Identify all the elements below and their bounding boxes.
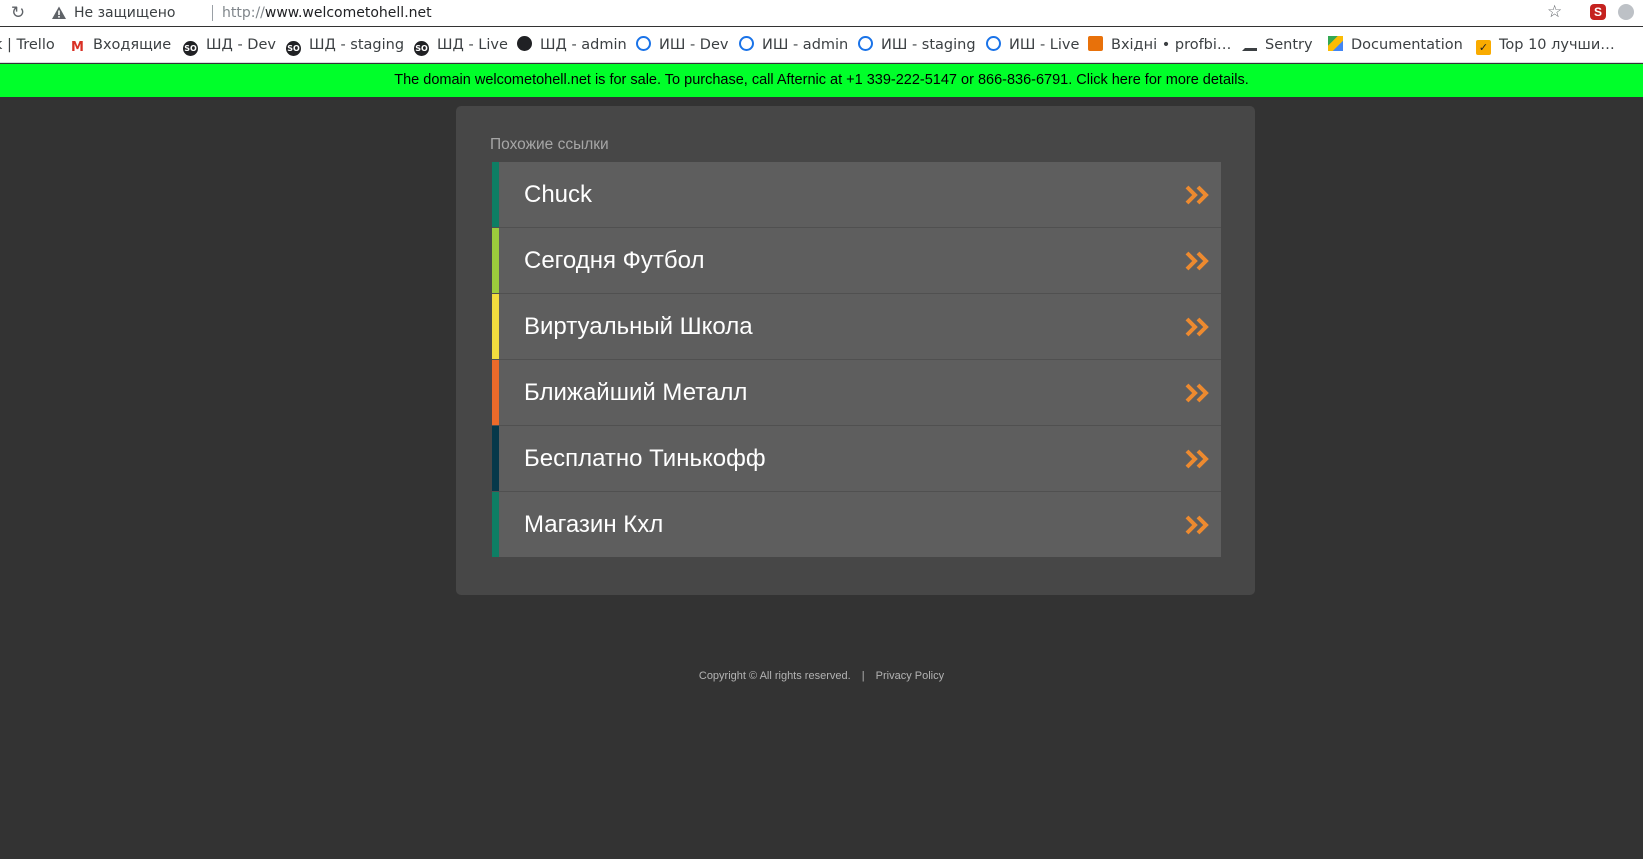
accent-bar bbox=[492, 492, 499, 557]
bookmark-trello[interactable]: k | Trello bbox=[0, 36, 55, 56]
gift-icon bbox=[1088, 36, 1103, 51]
domain-sale-banner[interactable]: The domain welcometohell.net is for sale… bbox=[0, 64, 1643, 97]
url-host: www.welcometohell.net bbox=[264, 5, 432, 21]
security-status-label[interactable]: Не защищено bbox=[74, 5, 175, 21]
bookmark-documentation[interactable]: Documentation bbox=[1328, 36, 1463, 56]
link-label: Виртуальный Школа bbox=[524, 313, 753, 340]
swirl-icon bbox=[739, 36, 754, 51]
accent-bar bbox=[492, 228, 499, 293]
bookmark-label: ШД - Live bbox=[437, 37, 508, 53]
bookmark-label: ИШ - admin bbox=[762, 37, 849, 53]
so-icon: SO bbox=[183, 41, 198, 56]
footer-separator: | bbox=[861, 670, 865, 682]
so-icon: SO bbox=[414, 41, 429, 56]
bookmark-label: Sentry bbox=[1265, 37, 1313, 53]
bookmark-profbi-inbox[interactable]: Вхідні • profbi… bbox=[1088, 36, 1231, 56]
bookmark-shd-staging[interactable]: SO ШД - staging bbox=[286, 36, 404, 56]
swirl-icon bbox=[636, 36, 651, 51]
accent-bar bbox=[492, 162, 499, 227]
link-label: Сегодня Футбол bbox=[524, 247, 705, 274]
bookmark-label: ШД - Dev bbox=[206, 37, 276, 53]
related-link-blizhaishiy-metall[interactable]: Ближайший Металл bbox=[492, 360, 1221, 426]
bookmark-top10[interactable]: ✓ Top 10 лучши… bbox=[1476, 36, 1615, 56]
checkbox-icon: ✓ bbox=[1476, 40, 1491, 55]
accent-bar bbox=[492, 360, 499, 425]
related-links-panel: Похожие ссылки Chuck Сегодня Футбол Вирт… bbox=[456, 106, 1255, 595]
extension-s-icon[interactable]: S bbox=[1590, 4, 1606, 20]
gmail-icon: M bbox=[71, 40, 84, 55]
swirl-icon bbox=[858, 36, 873, 51]
accent-bar bbox=[492, 426, 499, 491]
bookmark-label: ИШ - Live bbox=[1009, 37, 1080, 53]
extension-icon[interactable] bbox=[1618, 4, 1634, 20]
bookmark-star-icon[interactable]: ☆ bbox=[1547, 2, 1562, 22]
link-label: Бесплатно Тинькофф bbox=[524, 445, 766, 472]
related-link-segodnya-futbol[interactable]: Сегодня Футбол bbox=[492, 228, 1221, 294]
link-label: Магазин Кхл bbox=[524, 511, 664, 538]
sentry-icon bbox=[1242, 36, 1257, 51]
bookmark-shd-dev[interactable]: SO ШД - Dev bbox=[183, 36, 276, 56]
double-chevron-right-icon bbox=[1185, 251, 1209, 271]
bookmark-label: Documentation bbox=[1351, 37, 1463, 53]
so-icon: SO bbox=[286, 41, 301, 56]
copyright-text: Copyright © All rights reserved. bbox=[698, 670, 851, 682]
bookmark-label: Вхідні • profbi… bbox=[1111, 37, 1232, 53]
related-link-magazin-khl[interactable]: Магазин Кхл bbox=[492, 492, 1221, 557]
bookmark-shd-admin[interactable]: ШД - admin bbox=[517, 36, 627, 56]
bookmark-label: ШД - admin bbox=[540, 37, 627, 53]
bookmark-sentry[interactable]: Sentry bbox=[1242, 36, 1313, 56]
related-link-virtualny-shkola[interactable]: Виртуальный Школа bbox=[492, 294, 1221, 360]
link-label: Ближайший Металл bbox=[524, 379, 748, 406]
bookmark-label: ШД - staging bbox=[309, 37, 405, 53]
related-link-besplatno-tinkoff[interactable]: Бесплатно Тинькофф bbox=[492, 426, 1221, 492]
bookmark-ish-dev[interactable]: ИШ - Dev bbox=[636, 36, 728, 56]
double-chevron-right-icon bbox=[1185, 515, 1209, 535]
accent-bar bbox=[492, 294, 499, 359]
bookmark-ish-admin[interactable]: ИШ - admin bbox=[739, 36, 848, 56]
url-scheme: http:// bbox=[222, 5, 265, 21]
panel-title: Похожие ссылки bbox=[490, 136, 609, 153]
warning-icon[interactable] bbox=[51, 5, 67, 21]
footer: Copyright © All rights reserved. | Priva… bbox=[0, 670, 1643, 682]
reload-icon[interactable]: ↻ bbox=[8, 3, 28, 23]
bookmark-label: ИШ - staging bbox=[881, 37, 976, 53]
url-text[interactable]: http://www.welcometohell.net bbox=[222, 5, 432, 21]
bookmark-inbox[interactable]: M Входящие bbox=[70, 36, 171, 56]
bookmark-ish-staging[interactable]: ИШ - staging bbox=[858, 36, 976, 56]
double-chevron-right-icon bbox=[1185, 383, 1209, 403]
double-chevron-right-icon bbox=[1185, 185, 1209, 205]
double-chevron-right-icon bbox=[1185, 317, 1209, 337]
swirl-icon bbox=[986, 36, 1001, 51]
privacy-policy-link[interactable]: Privacy Policy bbox=[876, 670, 944, 682]
bookmark-label: Top 10 лучши… bbox=[1499, 37, 1615, 53]
globe-icon bbox=[517, 36, 532, 51]
bookmark-ish-live[interactable]: ИШ - Live bbox=[986, 36, 1079, 56]
bookmark-shd-live[interactable]: SO ШД - Live bbox=[414, 36, 508, 56]
related-links-list: Chuck Сегодня Футбол Виртуальный Школа Б… bbox=[492, 162, 1221, 557]
double-chevron-right-icon bbox=[1185, 449, 1209, 469]
omnibox[interactable]: Не защищено http://www.welcometohell.net bbox=[40, 0, 1575, 26]
link-label: Chuck bbox=[524, 181, 593, 208]
omnibox-divider bbox=[212, 5, 213, 21]
drive-icon bbox=[1328, 36, 1343, 51]
bookmarks-bar: k | Trello M Входящие SO ШД - Dev SO ШД - s… bbox=[0, 27, 1643, 63]
bookmark-label: Входящие bbox=[93, 37, 172, 53]
bookmark-label: k | Trello bbox=[0, 37, 55, 53]
address-bar-area: ↻ Не защищено http://www.welcometohell.n… bbox=[0, 0, 1643, 26]
related-link-chuck[interactable]: Chuck bbox=[492, 162, 1221, 228]
bookmark-label: ИШ - Dev bbox=[659, 37, 729, 53]
